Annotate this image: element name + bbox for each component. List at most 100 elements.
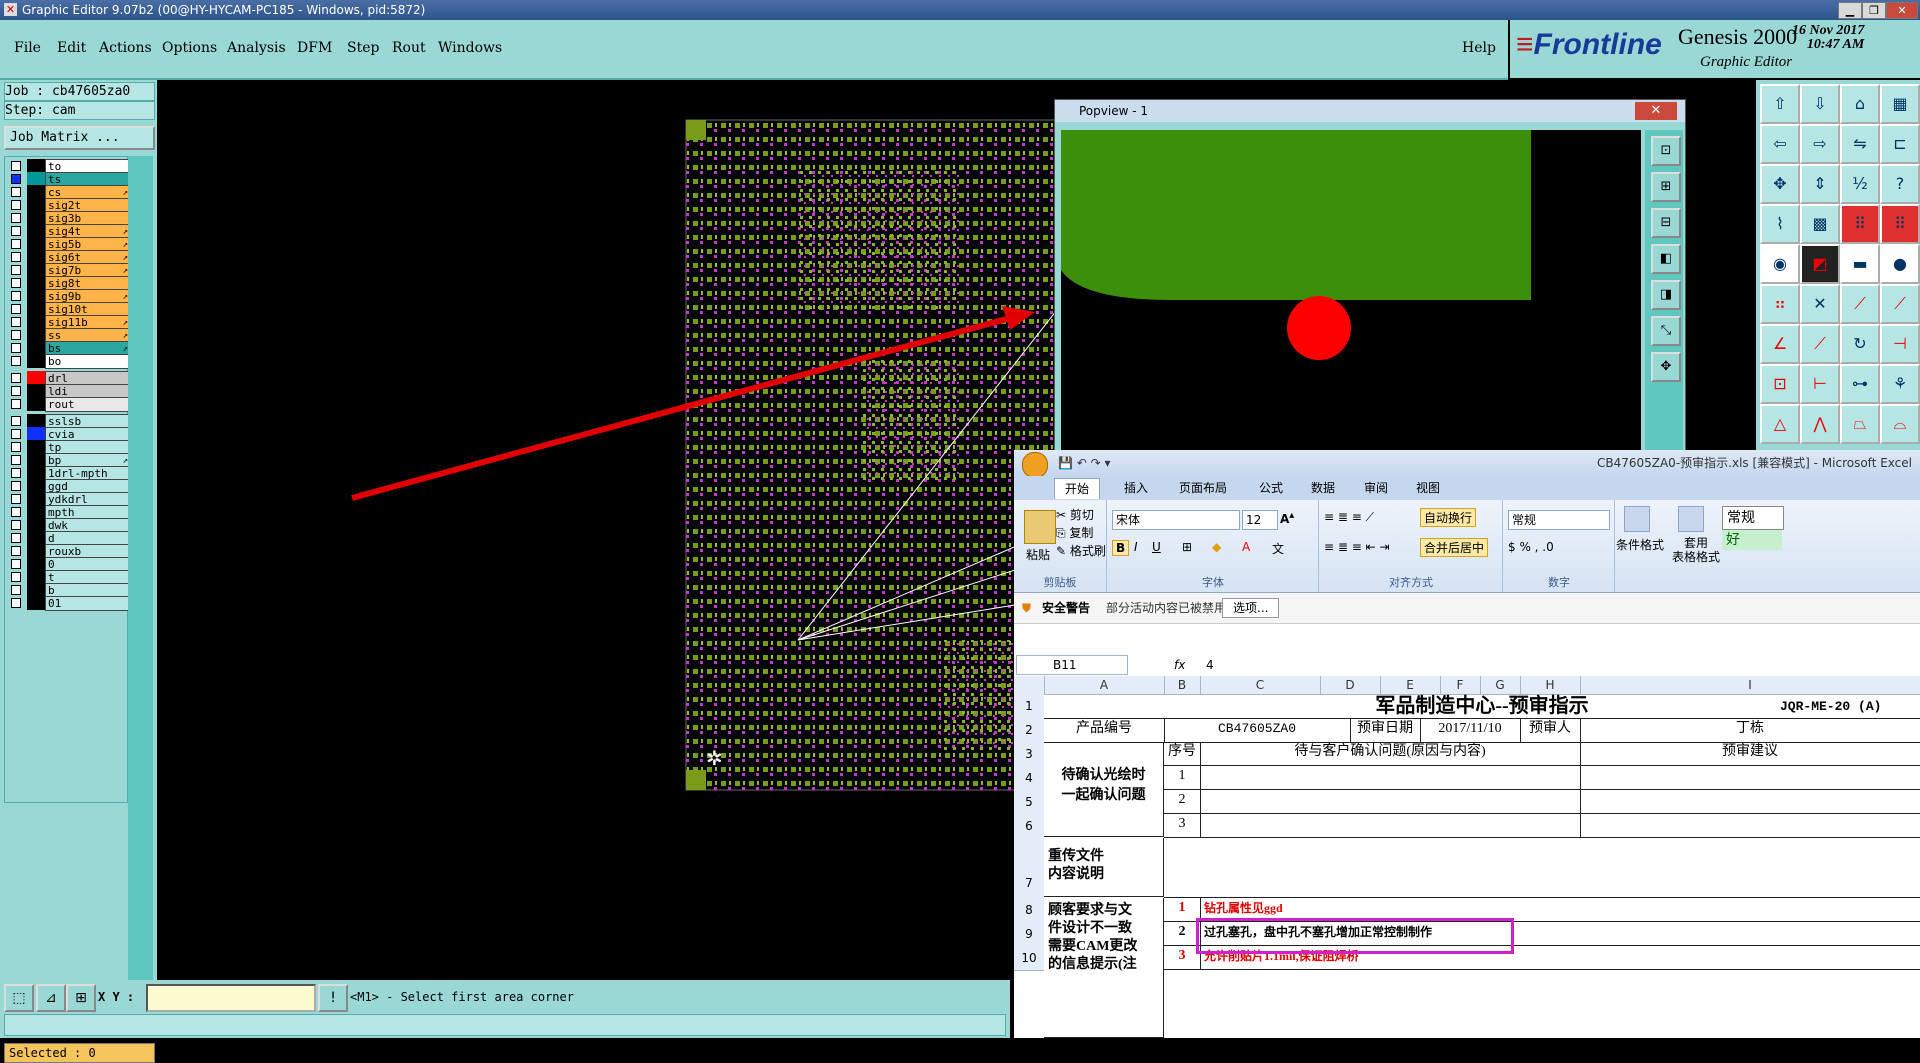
layer-checkbox[interactable] bbox=[11, 187, 21, 197]
arch-icon[interactable]: ⋀ bbox=[1800, 404, 1840, 444]
layer-checkbox[interactable] bbox=[11, 200, 21, 210]
layer-row-dwk[interactable]: dwk bbox=[7, 518, 131, 533]
layer-checkbox[interactable] bbox=[11, 507, 21, 517]
grid-tool-icon[interactable]: ⊞ bbox=[66, 984, 96, 1012]
align-left-icon[interactable]: ≡ ≣ ≡ ⇤ ⇥ bbox=[1324, 540, 1390, 554]
angle-icon[interactable]: ∠ bbox=[1760, 324, 1800, 364]
layer-row-ldi[interactable]: ldi bbox=[7, 384, 131, 399]
column-header[interactable]: C bbox=[1200, 676, 1321, 694]
layer-checkbox[interactable] bbox=[11, 546, 21, 556]
layer-color-swatch[interactable] bbox=[27, 224, 45, 238]
layer-row-bo[interactable]: bo bbox=[7, 354, 131, 369]
layer-checkbox[interactable] bbox=[11, 598, 21, 608]
layer-row-drl[interactable]: drl bbox=[7, 371, 131, 386]
fit-icon[interactable]: ✥ bbox=[1760, 164, 1800, 204]
menu-options[interactable]: Options bbox=[162, 40, 217, 56]
layer-color-swatch[interactable] bbox=[27, 583, 45, 597]
menu-windows[interactable]: Windows bbox=[438, 40, 502, 56]
measure-icon[interactable]: ⌇ bbox=[1760, 204, 1800, 244]
pan-left-icon[interactable]: ⇦ bbox=[1760, 124, 1800, 164]
layer-color-swatch[interactable] bbox=[27, 198, 45, 212]
menu-edit[interactable]: Edit bbox=[57, 40, 86, 56]
layer-row-sslsb[interactable]: sslsb bbox=[7, 414, 131, 429]
conditional-format-button[interactable]: 条件格式 bbox=[1616, 536, 1664, 553]
layer-color-swatch[interactable] bbox=[27, 263, 45, 277]
paste-icon[interactable] bbox=[1024, 510, 1056, 544]
advice-cell[interactable] bbox=[1580, 766, 1920, 790]
layer-color-swatch[interactable] bbox=[27, 505, 45, 519]
seq-cell[interactable]: 3 bbox=[1164, 814, 1201, 838]
fill-color-icon[interactable]: ◆ bbox=[1212, 540, 1221, 554]
trapezoid-icon[interactable]: ⏢ bbox=[1840, 404, 1880, 444]
font-size-select[interactable]: 12 bbox=[1242, 510, 1278, 530]
popview-close-button[interactable]: ✕ bbox=[1635, 102, 1677, 120]
row-header[interactable]: 2 bbox=[1014, 718, 1044, 743]
sheet-grid[interactable]: 1 2 3 4 5 6 7 8 9 10 军品制造中心--预审指示 JQR-ME… bbox=[1014, 694, 1920, 1038]
grow-font-icon[interactable]: A▴ bbox=[1280, 510, 1294, 526]
layer-row-sig3b[interactable]: sig3b bbox=[7, 211, 131, 226]
arc-icon[interactable]: ↻ bbox=[1840, 324, 1880, 364]
layer-checkbox[interactable] bbox=[11, 343, 21, 353]
layer-color-swatch[interactable] bbox=[27, 172, 45, 186]
row-header[interactable]: 3 bbox=[1014, 742, 1044, 767]
layer-color-swatch[interactable] bbox=[27, 570, 45, 584]
select-all-corner[interactable] bbox=[1014, 676, 1045, 694]
row-header[interactable]: 6 bbox=[1014, 814, 1044, 839]
style-normal[interactable]: 常规 bbox=[1722, 506, 1784, 530]
menu-step[interactable]: Step bbox=[347, 40, 379, 56]
table-format-button[interactable]: 套用 表格格式 bbox=[1672, 536, 1720, 564]
mound-icon[interactable]: ⌓ bbox=[1880, 404, 1920, 444]
grid-toggle-icon[interactable]: ▩ bbox=[1800, 204, 1840, 244]
layer-row-tp[interactable]: tp bbox=[7, 440, 131, 455]
style-good[interactable]: 好 bbox=[1722, 530, 1782, 550]
info-icon[interactable]: ! bbox=[318, 984, 348, 1012]
layer-color-swatch[interactable] bbox=[27, 211, 45, 225]
popview-center-icon[interactable]: ✥ bbox=[1651, 352, 1681, 382]
pad-icon[interactable]: ◉ bbox=[1760, 244, 1800, 284]
row-header[interactable]: 9 bbox=[1014, 922, 1044, 947]
delete-icon[interactable]: ✕ bbox=[1800, 284, 1840, 324]
formula-input[interactable]: 4 bbox=[1206, 654, 1214, 676]
layer-checkbox[interactable] bbox=[11, 252, 21, 262]
layer-checkbox[interactable] bbox=[11, 356, 21, 366]
row-header[interactable]: 8 bbox=[1014, 898, 1044, 923]
menu-actions[interactable]: Actions bbox=[99, 40, 152, 56]
layer-checkbox[interactable] bbox=[11, 468, 21, 478]
wrap-text-button[interactable]: 自动换行 bbox=[1420, 508, 1477, 527]
layer-color-swatch[interactable] bbox=[27, 557, 45, 571]
layer-checkbox[interactable] bbox=[11, 174, 21, 184]
layer-row-rout[interactable]: rout bbox=[7, 397, 131, 412]
issue-cell[interactable] bbox=[1200, 814, 1581, 838]
layer-color-swatch[interactable] bbox=[27, 531, 45, 545]
layer-color-swatch[interactable] bbox=[27, 371, 45, 385]
circle-icon[interactable]: ● bbox=[1880, 244, 1920, 284]
column-header[interactable]: I bbox=[1580, 676, 1920, 694]
issue-cell[interactable] bbox=[1200, 766, 1581, 790]
column-header[interactable]: G bbox=[1480, 676, 1521, 694]
layer-color-swatch[interactable] bbox=[27, 518, 45, 532]
home-icon[interactable]: ⌂ bbox=[1840, 84, 1880, 124]
layer-checkbox[interactable] bbox=[11, 161, 21, 171]
row-header[interactable]: 7 bbox=[1014, 838, 1044, 899]
popview-pan-left-icon[interactable]: ◧ bbox=[1651, 244, 1681, 274]
layer-checkbox[interactable] bbox=[11, 455, 21, 465]
tab-insert[interactable]: 插入 bbox=[1124, 476, 1148, 500]
popview-pan-right-icon[interactable]: ◨ bbox=[1651, 280, 1681, 310]
issue-cell[interactable] bbox=[1200, 790, 1581, 814]
layer-checkbox[interactable] bbox=[11, 494, 21, 504]
layer-color-swatch[interactable] bbox=[27, 159, 45, 173]
layer-checkbox[interactable] bbox=[11, 442, 21, 452]
row-header[interactable]: 1 bbox=[1014, 694, 1044, 719]
layer-row-ss[interactable]: ss ↗ bbox=[7, 328, 131, 343]
font-color-icon[interactable]: A bbox=[1242, 540, 1250, 554]
layer-name[interactable]: 01 bbox=[45, 596, 131, 611]
corner-icon[interactable]: ⊡ bbox=[1760, 364, 1800, 404]
table-format-icon[interactable] bbox=[1678, 506, 1704, 532]
layer-row-mpth[interactable]: mpth bbox=[7, 505, 131, 520]
layer-checkbox[interactable] bbox=[11, 559, 21, 569]
tab-formulas[interactable]: 公式 bbox=[1259, 476, 1283, 500]
tab-home[interactable]: 开始 bbox=[1054, 478, 1101, 499]
advice-cell[interactable] bbox=[1580, 814, 1920, 838]
layer-color-swatch[interactable] bbox=[27, 466, 45, 480]
layer-checkbox[interactable] bbox=[11, 317, 21, 327]
